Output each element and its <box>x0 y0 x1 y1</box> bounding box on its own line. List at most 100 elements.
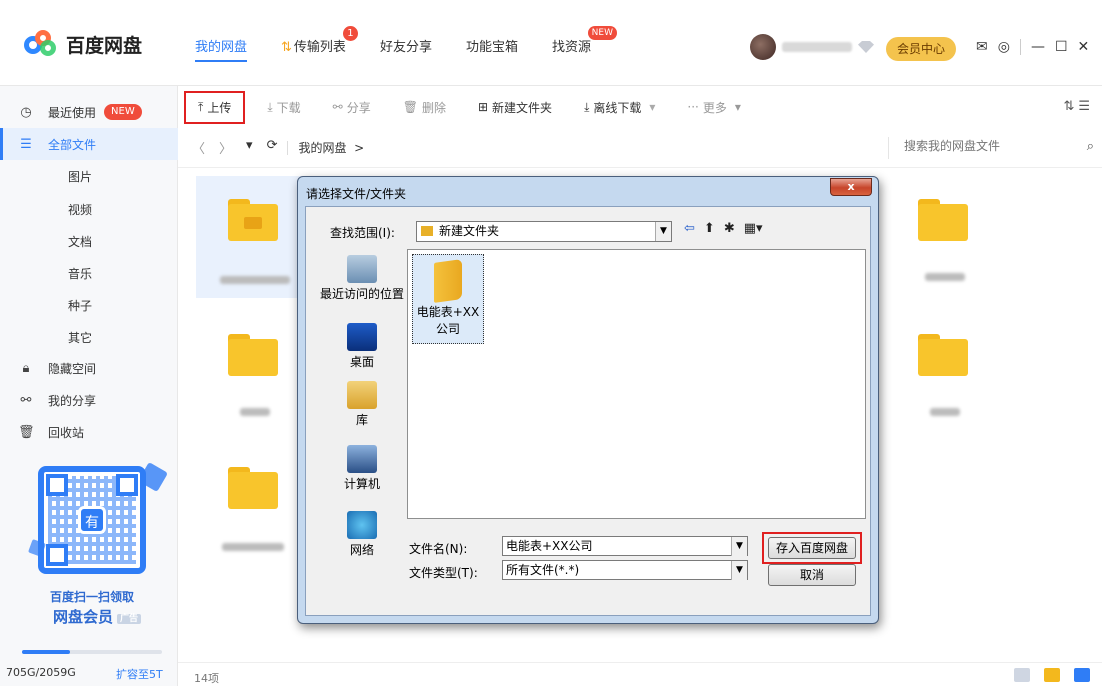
sidebar-item-images[interactable]: 图片 <box>68 168 92 185</box>
upload-button[interactable]: ⤒ 上传 <box>184 90 246 124</box>
save-to-netdisk-button[interactable]: 存入百度网盘 <box>768 537 856 559</box>
back-arrow-icon[interactable]: ⇦ <box>684 221 695 236</box>
new-folder-icon[interactable]: ✱ <box>724 221 735 236</box>
mail-icon[interactable]: ✉ <box>976 39 988 55</box>
file-name-blurred <box>930 408 960 416</box>
desktop-icon <box>347 323 377 351</box>
look-in-label: 查找范围(I): <box>330 226 395 240</box>
share-icon: ⚯ <box>20 392 32 408</box>
sidebar-item-my-share[interactable]: ⚯ 我的分享 <box>0 384 178 416</box>
transfer-arrows-icon: ⇅ <box>281 40 292 55</box>
more-icon: ··· <box>687 100 699 114</box>
chevron-down-icon[interactable]: ▼ <box>731 561 747 580</box>
filetype-select[interactable]: 所有文件(*.*) ▼ <box>502 560 748 580</box>
tab-toolbox[interactable]: 功能宝箱 <box>466 36 518 60</box>
chevron-down-icon[interactable]: ▼ <box>731 537 747 556</box>
filename-field[interactable]: 电能表+XX公司 ▼ <box>502 536 748 556</box>
main-nav: 我的网盘 ⇅ 传输列表 1 好友分享 功能宝箱 找资源 NEW <box>195 26 625 62</box>
upload-folder-icon[interactable] <box>1044 668 1060 682</box>
expand-storage-link[interactable]: 扩容至5T <box>116 666 163 682</box>
breadcrumb-item: 我的网盘 <box>298 141 347 155</box>
up-folder-icon[interactable]: ⬆ <box>704 221 715 236</box>
folder-icon[interactable] <box>228 334 278 376</box>
storage-quota-text: 705G/2059G <box>6 666 76 679</box>
tab-friend-share[interactable]: 好友分享 <box>380 36 432 60</box>
file-list-pane[interactable]: 电能表+XX公司 <box>407 249 866 519</box>
delete-label: 删除 <box>421 100 446 115</box>
username-blurred <box>782 42 852 52</box>
new-folder-button[interactable]: ⊞ 新建文件夹 <box>478 99 552 116</box>
view-menu-icon[interactable]: ▦▾ <box>744 221 763 236</box>
folder-icon <box>434 259 462 303</box>
sidebar-item-hidden-space[interactable]: 🔒︎ 隐藏空间 <box>0 352 178 384</box>
list-view-icon[interactable]: ☰ <box>1078 99 1094 114</box>
look-in-select[interactable]: 新建文件夹 ▼ <box>416 221 672 242</box>
place-desktop[interactable]: 桌面 <box>319 323 405 370</box>
dialog-close-button[interactable]: x <box>830 178 872 196</box>
file-toolbar: ⤒ 上传 ⤓ 下载 ⚯ 分享 🗑︎ 删除 ⊞ 新建文件夹 ⤓ 离线下载 ▾ ··· 更多 ▾ ⇅☰ <box>178 86 1102 128</box>
share-button[interactable]: ⚯ 分享 <box>333 99 371 116</box>
filetype-label: 文件类型(T): <box>409 566 478 580</box>
promo-qr-code[interactable]: 有 <box>38 466 146 574</box>
tab-label: 找资源 <box>551 40 591 55</box>
download-button[interactable]: ⤓ 下载 <box>267 99 300 116</box>
back-icon[interactable]: 〈 <box>192 138 205 157</box>
sidebar-item-recycle-bin[interactable]: 🗑︎ 回收站 <box>0 416 178 448</box>
view-toggle[interactable]: ⇅☰ <box>1063 99 1094 114</box>
delete-button[interactable]: 🗑︎ 删除 <box>403 99 446 116</box>
sidebar-item-all-files[interactable]: ☰ 全部文件 <box>0 128 178 160</box>
chevron-down-icon[interactable]: ▼ <box>655 222 671 241</box>
sidebar-item-music[interactable]: 音乐 <box>68 265 92 282</box>
user-profile[interactable] <box>750 34 874 60</box>
folder-icon[interactable] <box>918 334 968 376</box>
download-label: 下载 <box>276 100 301 115</box>
file-name-blurred <box>222 543 284 551</box>
sidebar-item-other[interactable]: 其它 <box>68 329 92 346</box>
divider <box>1019 39 1021 55</box>
tab-find-resources[interactable]: 找资源 NEW <box>551 26 617 60</box>
promo-line2[interactable]: 网盘会员 广告 <box>22 606 172 627</box>
sidebar-item-videos[interactable]: 视频 <box>68 201 92 218</box>
file-name-blurred <box>240 408 270 416</box>
folder-icon[interactable] <box>228 467 278 509</box>
place-computer[interactable]: 计算机 <box>319 445 405 492</box>
tab-label: 好友分享 <box>379 40 432 55</box>
search-input[interactable] <box>904 139 1064 153</box>
baidu-netdisk-logo-icon <box>24 30 58 58</box>
place-label: 库 <box>355 413 368 427</box>
maximize-icon[interactable]: ☐ <box>1055 39 1068 55</box>
share-label: 分享 <box>346 100 371 115</box>
folder-icon[interactable] <box>228 199 278 241</box>
folder-icon <box>421 226 433 236</box>
sidebar-item-docs[interactable]: 文档 <box>68 233 92 250</box>
forward-icon[interactable]: 〉 <box>219 138 232 157</box>
settings-icon[interactable]: ◎ <box>998 39 1010 55</box>
lock-icon[interactable] <box>1074 668 1090 682</box>
avatar[interactable] <box>750 34 776 60</box>
close-icon[interactable]: ✕ <box>1078 39 1090 55</box>
trash-icon: 🗑︎ <box>402 100 418 114</box>
breadcrumb[interactable]: 我的网盘 > <box>298 139 364 156</box>
minimize-icon[interactable]: — <box>1031 39 1045 55</box>
grid-view-icon[interactable] <box>1014 668 1030 682</box>
sidebar-item-recent[interactable]: ◷ 最近使用 NEW <box>0 96 178 128</box>
offline-download-button[interactable]: ⤓ 离线下载 ▾ <box>584 99 655 116</box>
place-library[interactable]: 库 <box>319 381 405 428</box>
tab-transfer-list[interactable]: ⇅ 传输列表 1 <box>281 26 358 60</box>
folder-icon[interactable] <box>918 199 968 241</box>
sidebar-item-torrents[interactable]: 种子 <box>68 297 92 314</box>
place-label: 最近访问的位置 <box>319 287 404 301</box>
vip-center-button[interactable]: 会员中心 <box>886 37 956 61</box>
file-name-blurred <box>925 273 965 281</box>
file-item-folder[interactable]: 电能表+XX公司 <box>412 254 484 344</box>
history-dropdown-icon[interactable]: ▾ <box>246 138 253 157</box>
search-icon[interactable]: ⌕ <box>1087 139 1094 154</box>
place-recent[interactable]: 最近访问的位置 <box>319 255 405 302</box>
tab-my-netdisk[interactable]: 我的网盘 <box>195 36 248 62</box>
refresh-icon[interactable]: ⟳ <box>267 138 278 157</box>
sort-icon[interactable]: ⇅ <box>1063 99 1078 114</box>
cancel-button[interactable]: 取消 <box>768 564 856 586</box>
more-button[interactable]: ··· 更多 ▾ <box>687 99 741 116</box>
place-network[interactable]: 网络 <box>319 511 405 558</box>
download-icon: ⤓ <box>267 99 273 114</box>
